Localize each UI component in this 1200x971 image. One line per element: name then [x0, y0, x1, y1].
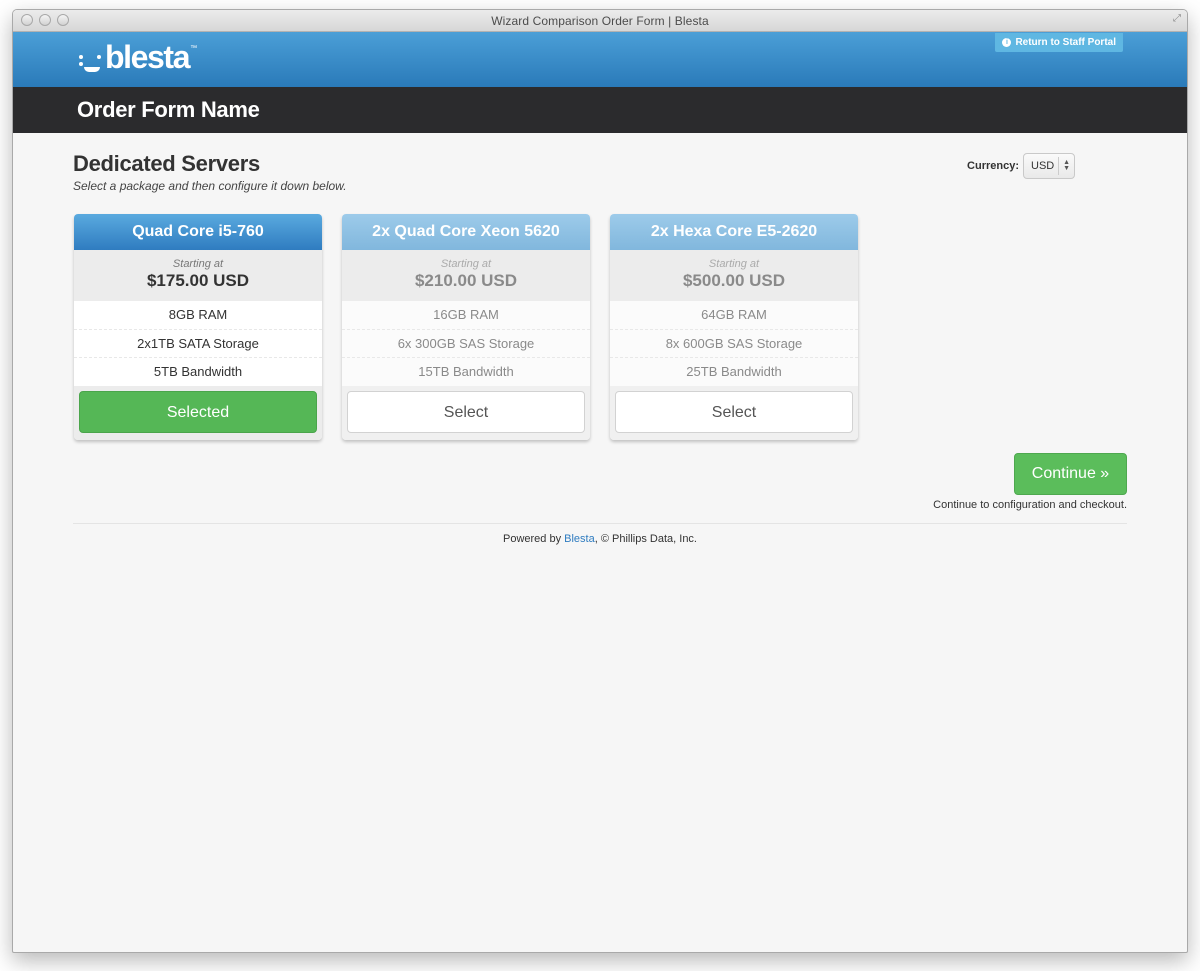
site-header: blesta ™ i Return to Staff Portal: [13, 32, 1187, 87]
order-form-name-bar: Order Form Name: [13, 87, 1187, 133]
package-price: $500.00 USD: [682, 271, 786, 290]
package-name: 2x Quad Core Xeon 5620: [342, 214, 590, 250]
page-title: Dedicated Servers: [73, 151, 260, 176]
footer-prefix: Powered by: [503, 533, 565, 545]
package-price-box: Starting at $500.00 USD: [610, 250, 858, 301]
package-card-2[interactable]: 2x Quad Core Xeon 5620 Starting at $210.…: [342, 214, 590, 440]
package-feature: 2x1TB SATA Storage: [74, 330, 322, 358]
package-feature: 64GB RAM: [610, 301, 858, 330]
package-price: $175.00 USD: [146, 271, 250, 290]
currency-value: USD: [1031, 160, 1055, 172]
browser-window: Wizard Comparison Order Form | Blesta ⤢ …: [12, 9, 1188, 953]
currency-label: Currency:: [967, 160, 1019, 172]
blesta-logo[interactable]: blesta ™: [77, 41, 197, 73]
package-select-button[interactable]: Select: [615, 391, 853, 433]
currency-selector: Currency: USD ▲ ▼: [967, 153, 1075, 179]
package-price-box: Starting at $210.00 USD: [342, 250, 590, 301]
package-list: Quad Core i5-760 Starting at $175.00 USD…: [74, 214, 858, 440]
window-controls: [21, 14, 69, 26]
package-feature: 15TB Bandwidth: [342, 358, 590, 387]
close-window-button[interactable]: [21, 14, 33, 26]
main-content: Dedicated Servers Select a package and t…: [13, 133, 1187, 951]
package-select-button[interactable]: Select: [347, 391, 585, 433]
footer-suffix: , © Phillips Data, Inc.: [594, 533, 697, 545]
page-subtitle: Select a package and then configure it d…: [73, 179, 347, 193]
logo-trademark: ™: [190, 45, 198, 52]
zoom-window-button[interactable]: [57, 14, 69, 26]
package-action-area: Selected: [74, 386, 322, 440]
package-name: 2x Hexa Core E5-2620: [610, 214, 858, 250]
footer-divider: [73, 523, 1127, 524]
package-card-3[interactable]: 2x Hexa Core E5-2620 Starting at $500.00…: [610, 214, 858, 440]
staff-portal-label: Return to Staff Portal: [1015, 37, 1116, 48]
package-feature: 25TB Bandwidth: [610, 358, 858, 387]
package-feature: 8GB RAM: [74, 301, 322, 330]
package-action-area: Select: [342, 386, 590, 440]
package-feature: 6x 300GB SAS Storage: [342, 329, 590, 358]
minimize-window-button[interactable]: [39, 14, 51, 26]
return-to-staff-portal-button[interactable]: i Return to Staff Portal: [995, 33, 1123, 52]
package-feature: 8x 600GB SAS Storage: [610, 329, 858, 358]
package-card-1[interactable]: Quad Core i5-760 Starting at $175.00 USD…: [74, 214, 322, 440]
blesta-link[interactable]: Blesta: [564, 533, 595, 545]
package-feature: 5TB Bandwidth: [74, 358, 322, 387]
starting-at-label: Starting at: [172, 258, 224, 270]
info-icon: i: [1002, 38, 1012, 47]
window-titlebar: Wizard Comparison Order Form | Blesta ⤢: [13, 10, 1187, 32]
blesta-logo-icon: [77, 51, 103, 73]
currency-select[interactable]: USD ▲ ▼: [1023, 153, 1075, 179]
window-title: Wizard Comparison Order Form | Blesta: [491, 14, 709, 28]
continue-button[interactable]: Continue »: [1014, 453, 1127, 495]
footer: Powered by Blesta, © Phillips Data, Inc.: [13, 533, 1187, 545]
select-arrows-icon: ▲ ▼: [1058, 157, 1070, 175]
package-action-area: Select: [610, 386, 858, 440]
package-price-box: Starting at $175.00 USD: [74, 250, 322, 301]
logo-text: blesta: [105, 39, 190, 75]
order-form-name: Order Form Name: [77, 97, 260, 122]
starting-at-label: Starting at: [440, 258, 492, 270]
continue-note: Continue to configuration and checkout.: [933, 499, 1127, 511]
starting-at-label: Starting at: [708, 258, 760, 270]
package-selected-button[interactable]: Selected: [79, 391, 317, 433]
package-name: Quad Core i5-760: [74, 214, 322, 250]
package-feature: 16GB RAM: [342, 301, 590, 330]
package-price: $210.00 USD: [414, 271, 518, 290]
fullscreen-icon[interactable]: ⤢: [1173, 13, 1181, 24]
